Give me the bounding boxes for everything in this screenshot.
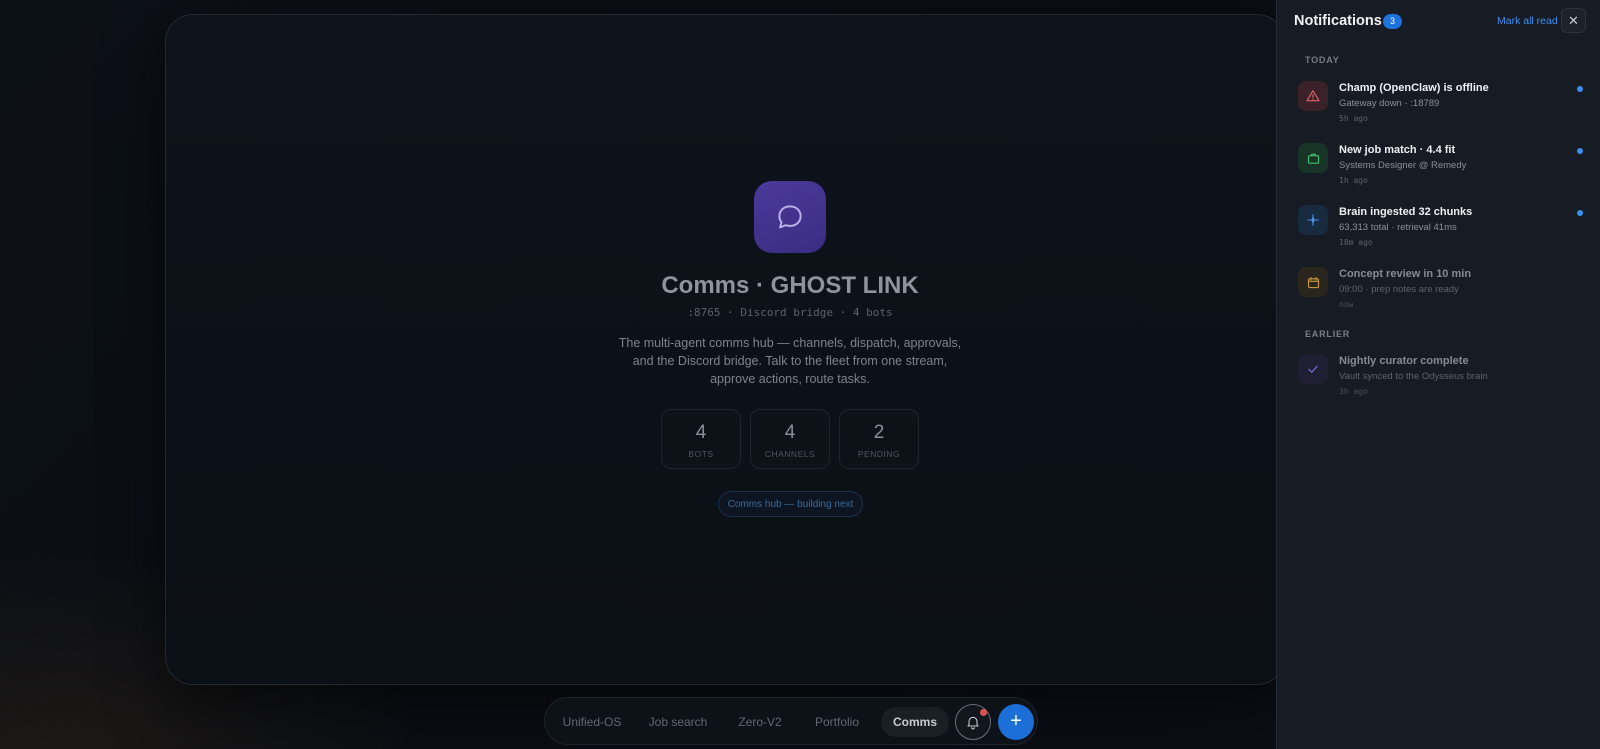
notification-dot — [980, 709, 987, 716]
unread-dot — [1577, 86, 1583, 92]
stat-value: 4 — [784, 422, 796, 443]
notification-title: Nightly curator complete — [1339, 355, 1469, 367]
briefcase-icon — [1298, 143, 1328, 173]
section-label-earlier: EARLIER — [1305, 329, 1351, 339]
notification-item[interactable]: Brain ingested 32 chunks 63,313 total · … — [1277, 204, 1600, 262]
notification-item[interactable]: Concept review in 10 min 09:00 · prep no… — [1277, 266, 1600, 324]
notification-subtitle: 63,313 total · retrieval 41ms — [1339, 222, 1457, 233]
stat-label: PENDING — [857, 449, 901, 459]
check-icon — [1298, 354, 1328, 384]
stat-pending: 2 PENDING — [839, 409, 919, 469]
warning-triangle-icon — [1298, 81, 1328, 111]
count-badge: 3 — [1383, 14, 1402, 29]
notification-title: New job match · 4.4 fit — [1339, 144, 1456, 156]
stat-bots: 4 BOTS — [661, 409, 741, 469]
hero-description: The multi-agent comms hub — channels, di… — [618, 336, 962, 386]
hero-meta: :8765 · Discord bridge · 4 bots — [687, 306, 893, 319]
notification-subtitle: Vault synced to the Odysseus brain — [1339, 371, 1488, 382]
bell-icon — [967, 716, 979, 730]
section-label-today: TODAY — [1305, 55, 1340, 65]
notification-time: 3h ago — [1339, 387, 1368, 396]
sparkle-icon — [1298, 205, 1328, 235]
panel-title: Notifications — [1294, 13, 1382, 29]
calendar-icon — [1298, 267, 1328, 297]
notification-item[interactable]: Champ (OpenClaw) is offline Gateway down… — [1277, 80, 1600, 138]
tab-zero-v2[interactable]: Zero-V2 — [727, 707, 793, 737]
chat-bubble-icon — [754, 181, 826, 253]
tab-unified-os[interactable]: Unified-OS — [555, 707, 629, 737]
notification-item[interactable]: New job match · 4.4 fit Systems Designer… — [1277, 142, 1600, 200]
unread-dot — [1577, 210, 1583, 216]
status-chip[interactable]: Comms hub — building next — [718, 491, 863, 517]
close-button[interactable]: ✕ — [1561, 8, 1586, 33]
stat-channels: 4 CHANNELS — [750, 409, 830, 469]
notification-time: 18m ago — [1339, 238, 1373, 247]
notification-time: 1h ago — [1339, 176, 1368, 185]
stat-label: CHANNELS — [764, 449, 816, 459]
add-button[interactable]: + — [998, 704, 1034, 740]
notification-subtitle: 09:00 · prep notes are ready — [1339, 284, 1459, 295]
notifications-panel: Notifications 3 Mark all read ✕ TODAY Ch… — [1276, 0, 1600, 749]
tab-portfolio[interactable]: Portfolio — [802, 707, 872, 737]
page-title: Comms · GHOST LINK — [661, 272, 919, 299]
bottom-nav: Unified-OS Job search Zero-V2 Portfolio … — [544, 697, 1038, 745]
notification-item[interactable]: Nightly curator complete Vault synced to… — [1277, 353, 1600, 411]
stat-label: BOTS — [688, 449, 714, 459]
notification-subtitle: Gateway down · :18789 — [1339, 98, 1440, 109]
stat-value: 2 — [873, 422, 885, 443]
unread-dot — [1577, 148, 1583, 154]
mark-all-read-link[interactable]: Mark all read — [1497, 15, 1558, 27]
tab-job-search[interactable]: Job search — [638, 707, 718, 737]
notification-subtitle: Systems Designer @ Remedy — [1339, 160, 1467, 171]
hero-section: Comms · GHOST LINK :8765 · Discord bridg… — [0, 0, 1240, 749]
notifications-button[interactable] — [955, 704, 991, 740]
notification-time: 5h ago — [1339, 114, 1368, 123]
notification-time: now — [1339, 300, 1354, 309]
tab-comms[interactable]: Comms — [881, 707, 949, 737]
stat-value: 4 — [695, 422, 707, 443]
notification-title: Concept review in 10 min — [1339, 268, 1472, 280]
notification-title: Brain ingested 32 chunks — [1339, 206, 1473, 218]
notification-title: Champ (OpenClaw) is offline — [1339, 82, 1489, 94]
